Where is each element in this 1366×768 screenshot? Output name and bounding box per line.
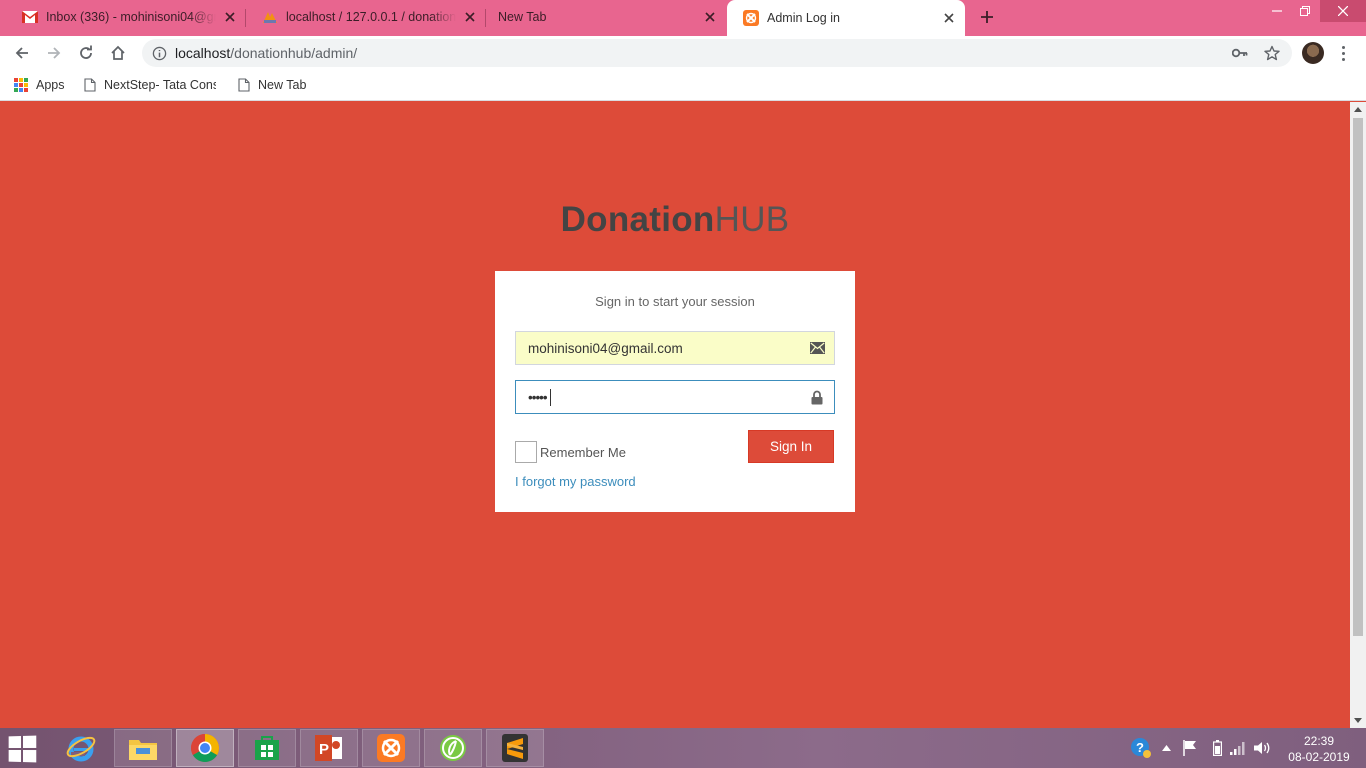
- login-page: DonationHUB Sign in to start your sessio…: [0, 102, 1350, 728]
- close-tab-icon[interactable]: [222, 9, 238, 25]
- svg-text:P: P: [319, 741, 329, 758]
- windows-start-icon[interactable]: [8, 735, 39, 763]
- sign-in-button[interactable]: Sign In: [748, 430, 834, 463]
- clock-time: 22:39: [1303, 734, 1335, 748]
- dreamweaver-icon[interactable]: [424, 729, 482, 767]
- xampp-icon[interactable]: [362, 729, 420, 767]
- tab-phpmyadmin[interactable]: localhost / 127.0.0.1 / donation_hub | p…: [246, 0, 486, 34]
- bookmark-nextstep[interactable]: NextStep- Tata Consultancy Services: [84, 75, 216, 95]
- browser-toolbar: localhost/donationhub/admin/: [0, 36, 1366, 70]
- store-icon[interactable]: [238, 729, 296, 767]
- apps-grid-icon: [14, 78, 28, 92]
- info-icon[interactable]: [151, 45, 167, 61]
- profile-avatar[interactable]: [1302, 42, 1324, 64]
- key-icon[interactable]: [1228, 41, 1252, 65]
- logo-light: HUB: [714, 200, 790, 239]
- new-tab-button[interactable]: [976, 6, 998, 28]
- close-window-button[interactable]: [1320, 0, 1366, 22]
- browser-menu-icon[interactable]: [1336, 42, 1350, 64]
- close-tab-icon[interactable]: [462, 9, 478, 25]
- action-center-flag-icon[interactable]: [1180, 728, 1200, 768]
- tab-title: Admin Log in: [767, 11, 840, 25]
- bookmark-new-tab[interactable]: New Tab: [238, 75, 306, 95]
- tab-gmail[interactable]: Inbox (336) - mohinisoni04@gmail.com - G…: [6, 0, 246, 34]
- back-arrow-icon: [15, 47, 28, 59]
- email-field: [515, 331, 835, 365]
- powerpoint-icon[interactable]: P: [300, 729, 358, 767]
- bookmark-apps[interactable]: Apps: [14, 75, 65, 95]
- close-tab-icon[interactable]: [941, 10, 957, 26]
- network-signal-icon[interactable]: [1228, 728, 1248, 768]
- password-field: [515, 380, 835, 414]
- battery-icon[interactable]: [1208, 728, 1226, 768]
- bookmarks-bar: Apps NextStep- Tata Consultancy Services…: [0, 70, 1366, 101]
- chrome-icon[interactable]: [176, 729, 234, 767]
- reload-button[interactable]: [74, 41, 98, 65]
- show-hidden-icons-icon[interactable]: [1158, 728, 1174, 768]
- tab-title: localhost / 127.0.0.1 / donation_hub | p…: [286, 10, 456, 24]
- forward-button[interactable]: [42, 41, 66, 65]
- system-clock[interactable]: 22:39 08-02-2019: [1284, 733, 1354, 765]
- internet-explorer-icon[interactable]: [52, 729, 110, 767]
- home-button[interactable]: [106, 41, 130, 65]
- bookmark-star-icon[interactable]: [1260, 41, 1284, 65]
- page-scrollbar[interactable]: [1350, 102, 1366, 728]
- tab-title: New Tab: [498, 10, 547, 24]
- url-text[interactable]: localhost/donationhub/admin/: [175, 45, 357, 61]
- reload-icon: [80, 45, 92, 59]
- login-box: Sign in to start your session Remember M…: [495, 271, 855, 512]
- volume-icon[interactable]: [1252, 728, 1274, 768]
- gmail-icon: [22, 9, 38, 25]
- close-tab-icon[interactable]: [702, 9, 718, 25]
- remember-me-checkbox[interactable]: [515, 441, 537, 463]
- xampp-icon: [743, 10, 759, 26]
- home-icon: [111, 45, 125, 60]
- browser-tab-strip: Inbox (336) - mohinisoni04@gmail.com - G…: [0, 0, 1366, 36]
- forgot-password-link[interactable]: I forgot my password: [515, 474, 636, 489]
- url-host: localhost: [175, 45, 231, 61]
- page-icon: [238, 78, 250, 92]
- email-input[interactable]: [516, 332, 796, 364]
- lock-icon: [809, 389, 825, 405]
- remember-me-label: Remember Me: [540, 444, 626, 460]
- windows-taskbar: P ? 22:39 08-02-2019: [0, 728, 1366, 768]
- envelope-icon: [809, 340, 825, 356]
- help-icon[interactable]: ?: [1128, 728, 1154, 768]
- file-explorer-icon[interactable]: [114, 729, 172, 767]
- address-bar[interactable]: localhost/donationhub/admin/: [142, 39, 1292, 67]
- restore-button[interactable]: [1288, 0, 1322, 22]
- remember-me[interactable]: Remember Me: [515, 441, 626, 463]
- phpmyadmin-icon: [262, 9, 278, 25]
- bookmark-label: Apps: [36, 78, 65, 92]
- scroll-up-arrow-icon[interactable]: [1354, 107, 1362, 112]
- back-button[interactable]: [10, 41, 34, 65]
- bookmark-label: NextStep- Tata Consultancy Services: [104, 78, 216, 92]
- logo-bold: Donation: [560, 200, 715, 239]
- url-path: /donationhub/admin/: [230, 45, 358, 61]
- svg-text:?: ?: [1136, 740, 1144, 755]
- site-logo[interactable]: DonationHUB: [0, 200, 1350, 240]
- sublime-text-icon[interactable]: [486, 729, 544, 767]
- forward-arrow-icon: [48, 47, 61, 59]
- login-box-message: Sign in to start your session: [595, 294, 755, 309]
- tab-title: Inbox (336) - mohinisoni04@gmail.com - G…: [46, 10, 216, 24]
- scroll-down-arrow-icon[interactable]: [1354, 718, 1362, 723]
- page-icon: [84, 78, 96, 92]
- text-caret: [550, 389, 551, 406]
- clock-date: 08-02-2019: [1288, 750, 1350, 764]
- tab-new-tab[interactable]: New Tab: [486, 0, 726, 34]
- password-input[interactable]: [516, 381, 796, 413]
- bookmark-label: New Tab: [258, 78, 307, 92]
- scrollbar-thumb[interactable]: [1353, 118, 1363, 636]
- tab-admin-login[interactable]: Admin Log in: [727, 0, 965, 36]
